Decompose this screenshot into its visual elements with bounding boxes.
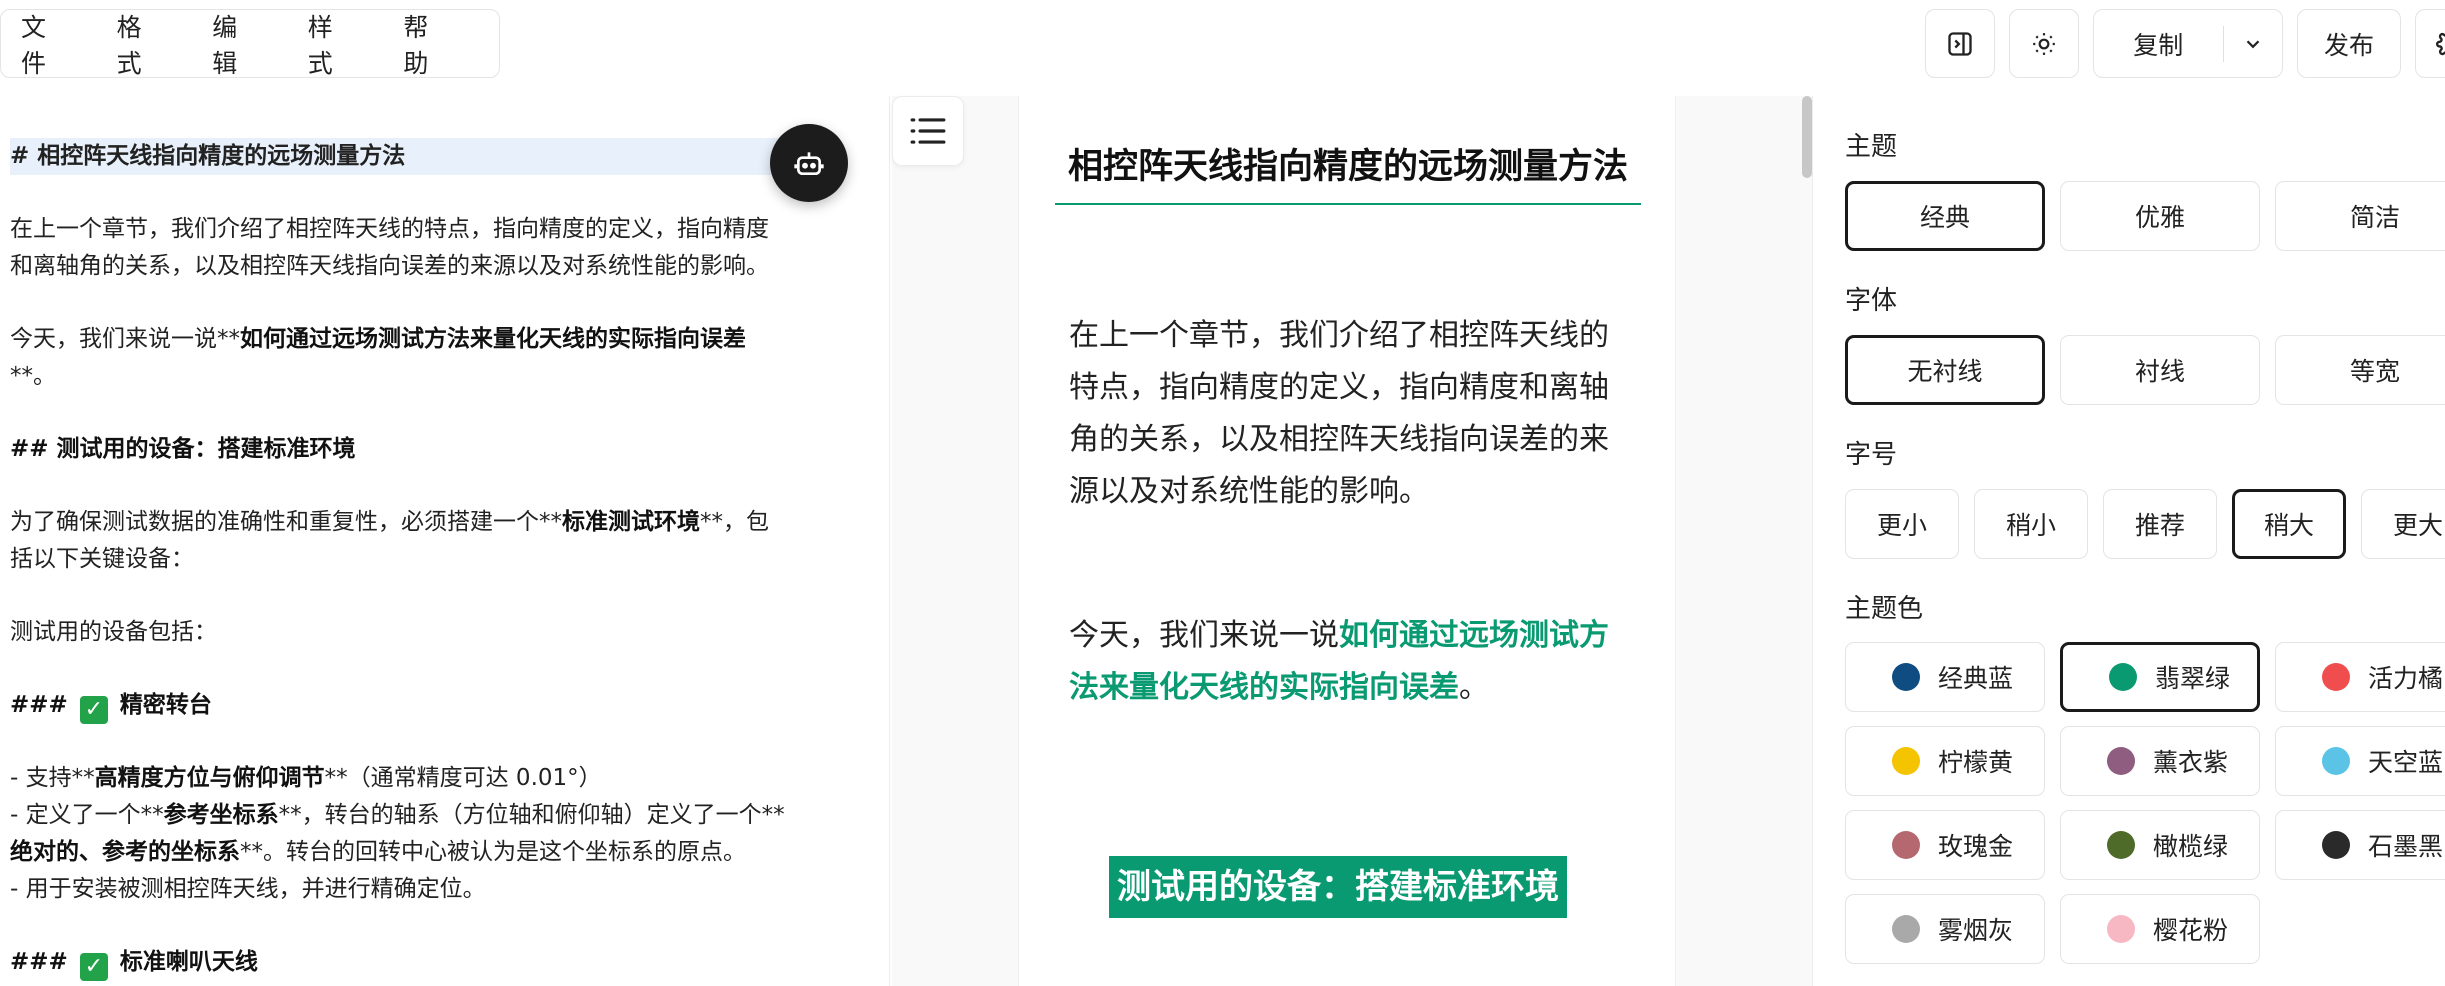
color-swatch-icon [2322,663,2350,691]
editor-line[interactable]: **。 [10,358,56,395]
font-option-mono[interactable]: 等宽 [2275,335,2445,405]
theme-option-elegant[interactable]: 优雅 [2060,181,2260,251]
font-label: 字体 [1845,286,1898,316]
theme-color-label: 主题色 [1845,594,1924,624]
theme-color-option[interactable]: 橄榄绿 [2060,810,2260,880]
color-name: 翡翠绿 [2155,664,2231,693]
color-name: 橄榄绿 [2153,832,2229,861]
theme-option-classic[interactable]: 经典 [1845,181,2045,251]
color-swatch-icon [1892,915,1920,943]
copy-button[interactable]: 复制 [2094,26,2223,62]
copy-options-button[interactable] [2224,33,2282,55]
chevron-down-icon [2246,39,2260,48]
size-option-larger[interactable]: 更大 [2361,489,2445,559]
toolbar: 复制 发布 [1925,9,2445,78]
preview-title: 相控阵天线指向精度的远场测量方法 [1055,136,1641,205]
size-option-smaller[interactable]: 更小 [1845,489,1959,559]
publish-button[interactable]: 发布 [2297,9,2401,78]
color-swatch-icon [1892,747,1920,775]
copy-split-button: 复制 [2093,9,2283,78]
size-option-recommended[interactable]: 推荐 [2103,489,2217,559]
editor-line[interactable]: 在上一个章节，我们介绍了相控阵天线的特点，指向精度的定义，指向精度 [10,211,769,248]
editor-line[interactable]: 括以下关键设备： [10,541,194,578]
editor-line-h3[interactable]: ### ✓ 精密转台 [10,687,212,724]
editor-line-h2[interactable]: ## 测试用的设备：搭建标准环境 [10,431,356,468]
menu-format[interactable]: 格式 [117,8,163,80]
theme-color-option[interactable]: 柠檬黄 [1845,726,2045,796]
theme-color-option[interactable]: 石墨黑 [2275,810,2445,880]
color-swatch-icon [2109,663,2137,691]
theme-color-option[interactable]: 活力橘 [2275,642,2445,712]
theme-color-option[interactable]: 经典蓝 [1845,642,2045,712]
preview-paragraph: 在上一个章节，我们介绍了相控阵天线的特点，指向精度的定义，指向精度和离轴角的关系… [1069,318,1609,509]
menu-edit[interactable]: 编辑 [212,8,258,80]
size-option-large[interactable]: 稍大 [2232,489,2346,559]
color-swatch-icon [2322,831,2350,859]
theme-label: 主题 [1845,132,1898,162]
color-swatch-icon [1892,663,1920,691]
preview-scrollbar[interactable] [1802,96,1812,178]
color-name: 玫瑰金 [1938,832,2014,861]
color-swatch-icon [2107,831,2135,859]
theme-color-option[interactable]: 玫瑰金 [1845,810,2045,880]
color-name: 天空蓝 [2368,748,2444,777]
font-option-sans[interactable]: 无衬线 [1845,335,2045,405]
editor-line[interactable]: - 定义了一个**参考坐标系**，转台的轴系（方位轴和俯仰轴）定义了一个** [10,797,785,834]
article-preview: 相控阵天线指向精度的远场测量方法 在上一个章节，我们介绍了相控阵天线的特点，指向… [1018,96,1676,986]
menu-style[interactable]: 样式 [308,8,354,80]
color-name: 石墨黑 [2368,832,2444,861]
color-name: 经典蓝 [1938,664,2014,693]
font-option-serif[interactable]: 衬线 [2060,335,2260,405]
sun-icon [2033,32,2055,55]
editor-line[interactable]: 为了确保测试数据的准确性和重复性，必须搭建一个**标准测试环境**，包 [10,504,769,541]
gear-icon [2436,32,2445,55]
theme-option-simple[interactable]: 简洁 [2275,181,2445,251]
editor-line[interactable]: - 用于安装被测相控阵天线，并进行精确定位。 [10,871,486,908]
editor-line[interactable]: 测试用的设备包括： [10,614,217,651]
ai-assistant-button[interactable] [770,124,848,202]
size-label: 字号 [1845,440,1898,470]
theme-color-option[interactable]: 樱花粉 [2060,894,2260,964]
editor-line[interactable]: 今天，我们来说一说**如何通过远场测试方法来量化天线的实际指向误差 [10,321,746,358]
menu-bar: 文件 格式 编辑 样式 帮助 [0,9,500,78]
color-name: 雾烟灰 [1938,916,2014,945]
list-icon [910,118,946,144]
menu-help[interactable]: 帮助 [403,8,449,80]
toggle-panel-button[interactable] [1925,9,1995,78]
theme-color-option[interactable]: 雾烟灰 [1845,894,2045,964]
theme-color-option[interactable]: 天空蓝 [2275,726,2445,796]
toc-button[interactable] [892,96,964,166]
color-name: 活力橘 [2368,664,2444,693]
editor-line[interactable]: 绝对的、参考的坐标系**。转台的回转中心被认为是这个坐标系的原点。 [10,834,746,871]
theme-color-option[interactable]: 薰衣紫 [2060,726,2260,796]
color-name: 樱花粉 [2153,916,2229,945]
preview-text: 。 [1459,670,1489,705]
color-swatch-icon [2107,915,2135,943]
editor-line-h1[interactable]: # 相控阵天线指向精度的远场测量方法 [10,138,790,175]
preview-paragraph: 今天，我们来说一说如何通过远场测试方法来量化天线的实际指向误差。 [1069,610,1619,714]
panel-toggle-icon [1948,31,1972,56]
color-swatch-icon [2322,747,2350,775]
settings-panel: 主题 经典 优雅 简洁 字体 无衬线 衬线 等宽 字号 更小 稍小 推荐 稍大 … [1812,96,2445,986]
size-option-small[interactable]: 稍小 [1974,489,2088,559]
color-swatch-icon [1892,831,1920,859]
color-swatch-icon [2107,747,2135,775]
theme-color-option[interactable]: 翡翠绿 [2060,642,2260,712]
menu-file[interactable]: 文件 [21,8,67,80]
robot-icon [794,152,824,175]
markdown-editor[interactable]: # 相控阵天线指向精度的远场测量方法 在上一个章节，我们介绍了相控阵天线的特点，… [0,96,890,986]
editor-line[interactable]: - 支持**高精度方位与俯仰调节**（通常精度可达 0.01°） [10,760,602,797]
editor-line-h3[interactable]: ### ✓ 标准喇叭天线 [10,944,258,981]
settings-button[interactable] [2415,9,2445,78]
theme-toggle-button[interactable] [2009,9,2079,78]
editor-line[interactable]: 和离轴角的关系，以及相控阵天线指向误差的来源以及对系统性能的影响。 [10,248,769,285]
preview-text: 今天，我们来说一说 [1069,618,1339,653]
color-name: 薰衣紫 [2153,748,2229,777]
color-name: 柠檬黄 [1938,748,2014,777]
preview-heading-2: 测试用的设备：搭建标准环境 [1109,856,1567,918]
